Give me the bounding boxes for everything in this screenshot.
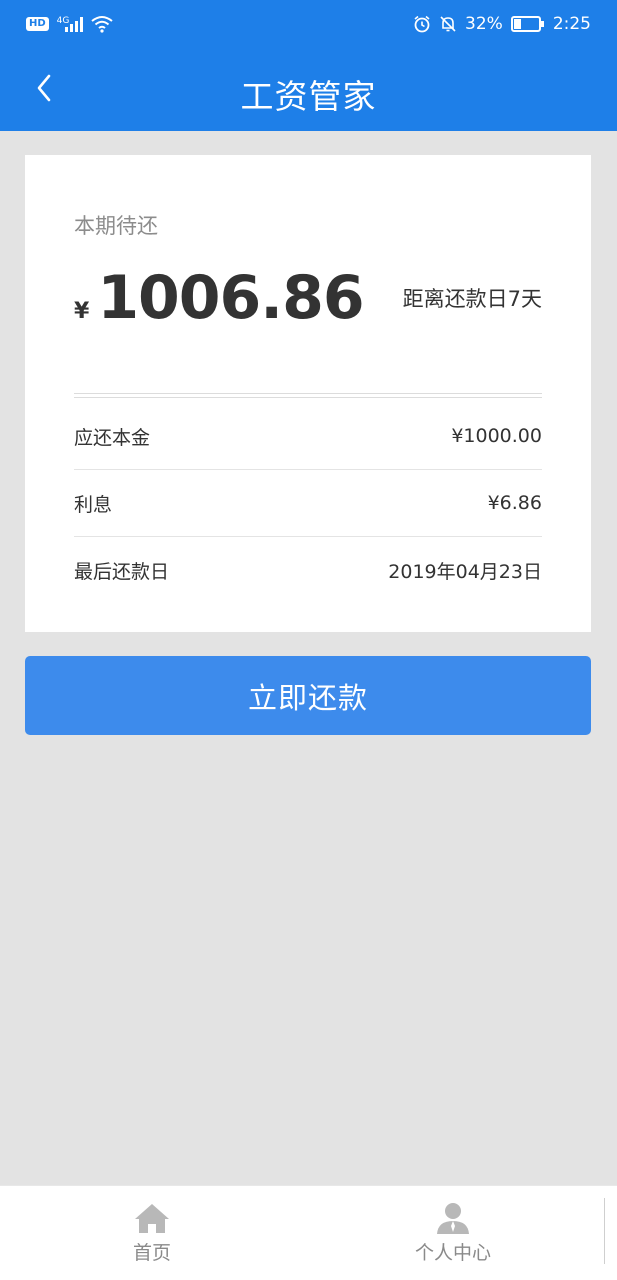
page-title: 工资管家 xyxy=(240,77,377,116)
due-amount: 1006.86 xyxy=(97,263,364,333)
battery-percent: 32% xyxy=(465,14,503,34)
repayment-card: 本期待还 ¥ 1006.86 距离还款日7天 应还本金 ¥1000.00 利息 … xyxy=(25,155,591,632)
status-bar: HD 4G 32% 2:25 xyxy=(0,0,617,48)
alarm-icon xyxy=(414,15,430,33)
battery-icon xyxy=(510,16,544,32)
app: HD 4G 32% 2:25 工资管家 本期待还 ¥ 1006.86 距离还款日… xyxy=(0,0,617,1280)
detail-label: 应还本金 xyxy=(74,426,151,449)
tab-label: 首页 xyxy=(132,1242,171,1264)
status-left: HD 4G xyxy=(26,15,113,33)
amount-row: ¥ 1006.86 xyxy=(74,263,365,333)
detail-value: ¥6.86 xyxy=(487,492,542,514)
detail-row-principal: 应还本金 ¥1000.00 xyxy=(74,403,542,470)
detail-row-interest: 利息 ¥6.86 xyxy=(74,470,542,537)
detail-value: 2019年04月23日 xyxy=(388,561,542,583)
days-until-due: 距离还款日7天 xyxy=(402,287,542,311)
bottom-tab-bar: 首页 个人中心 xyxy=(0,1185,617,1280)
detail-label: 利息 xyxy=(74,493,113,516)
wifi-icon xyxy=(91,16,113,33)
currency-symbol: ¥ xyxy=(74,299,90,324)
detail-row-due-date: 最后还款日 2019年04月23日 xyxy=(74,537,542,604)
user-icon xyxy=(437,1203,469,1234)
edge-divider xyxy=(604,1198,605,1264)
tab-profile[interactable]: 个人中心 xyxy=(353,1186,553,1280)
tab-home[interactable]: 首页 xyxy=(52,1186,252,1280)
repay-now-button[interactable]: 立即还款 xyxy=(25,656,591,735)
detail-value: ¥1000.00 xyxy=(451,425,542,447)
home-icon xyxy=(135,1204,169,1233)
mute-bell-icon xyxy=(440,16,456,32)
battery-fill xyxy=(513,19,522,29)
header: 工资管家 xyxy=(0,48,617,131)
hd-badge: HD xyxy=(26,17,49,31)
due-label: 本期待还 xyxy=(74,214,158,238)
detail-label: 最后还款日 xyxy=(74,561,170,583)
tab-label: 个人中心 xyxy=(414,1242,491,1264)
divider xyxy=(74,393,542,398)
status-right: 32% 2:25 xyxy=(413,14,591,34)
signal-icon: 4G xyxy=(57,16,84,32)
clock: 2:25 xyxy=(552,14,591,34)
